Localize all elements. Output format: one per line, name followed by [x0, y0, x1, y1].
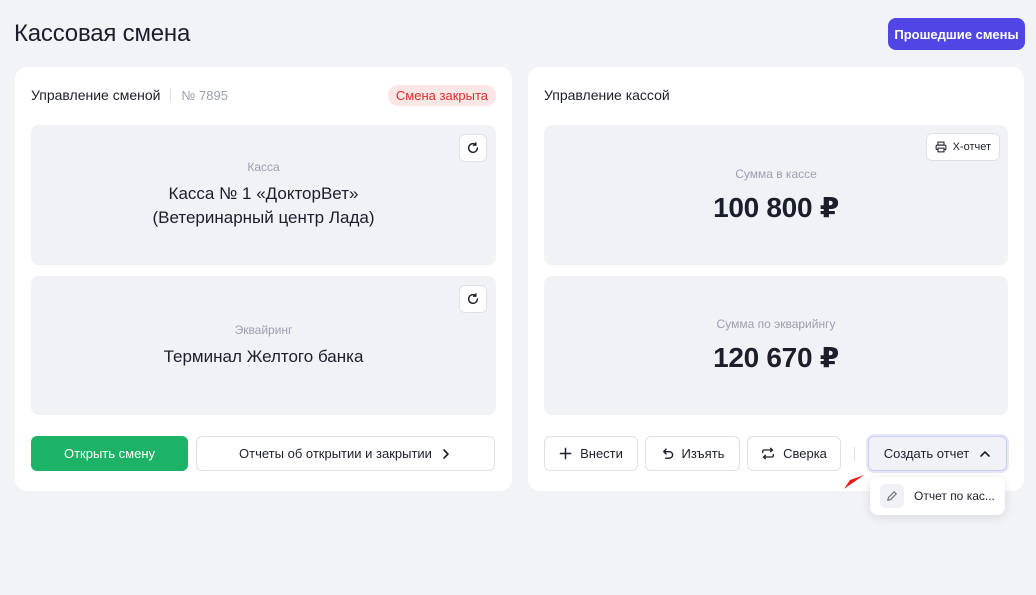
- shift-management-card: Управление сменой № 7895 Смена закрыта К…: [15, 67, 512, 491]
- acquiring-refresh-button[interactable]: [459, 285, 487, 313]
- refresh-icon: [466, 292, 480, 306]
- acquiring-sum-panel: Сумма по экварийнгу 120 670 ₽: [544, 276, 1008, 415]
- acquiring-label: Эквайринг: [234, 322, 293, 337]
- chevron-right-icon: [440, 448, 452, 460]
- register-panel: Касса Касса № 1 «ДокторВет» (Ветеринарны…: [31, 125, 496, 265]
- register-refresh-button[interactable]: [459, 134, 487, 162]
- register-name: Касса № 1 «ДокторВет»: [168, 184, 359, 203]
- shift-number: № 7895: [181, 87, 228, 103]
- status-badge: Смена закрыта: [387, 84, 496, 106]
- swap-icon: [761, 447, 775, 460]
- shift-card-header: Управление сменой № 7895 Смена закрыта: [31, 84, 496, 106]
- open-close-reports-button[interactable]: Отчеты об открытии и закрытии: [196, 436, 495, 471]
- cash-management-card: Управление кассой Х-отчет Сумма в кассе …: [528, 67, 1024, 491]
- register-label: Касса: [247, 160, 280, 174]
- deposit-label: Внести: [580, 446, 623, 461]
- deposit-button[interactable]: Внести: [544, 436, 638, 471]
- acquiring-terminal: Терминал Желтого банка: [163, 346, 364, 366]
- pointer-arrow-icon: [842, 473, 864, 491]
- cash-sum-panel: Х-отчет Сумма в кассе 100 800 ₽: [544, 125, 1008, 265]
- header-divider: [170, 88, 172, 102]
- withdraw-label: Изъять: [681, 446, 725, 461]
- shift-card-title: Управление сменой: [31, 87, 161, 103]
- cash-sum-value: 100 800 ₽: [713, 191, 839, 223]
- create-report-label: Создать отчет: [883, 446, 970, 461]
- chevron-up-icon: [979, 448, 991, 460]
- pencil-icon: [880, 484, 904, 508]
- create-report-button[interactable]: Создать отчет: [868, 436, 1007, 471]
- withdraw-button[interactable]: Изъять: [645, 436, 740, 471]
- acquiring-panel: Эквайринг Терминал Желтого банка: [31, 276, 496, 415]
- cash-sum-label: Сумма в кассе: [735, 166, 817, 181]
- x-report-button[interactable]: Х-отчет: [925, 133, 1000, 161]
- cash-card-title: Управление кассой: [544, 87, 670, 103]
- past-shifts-button[interactable]: Прошедшие смены: [888, 18, 1025, 50]
- acquiring-sum-value: 120 670 ₽: [713, 342, 839, 373]
- reconcile-label: Сверка: [783, 446, 827, 461]
- refresh-icon: [466, 141, 480, 155]
- open-shift-button[interactable]: Открыть смену: [31, 436, 188, 471]
- plus-icon: [559, 447, 572, 460]
- reports-button-label: Отчеты об открытии и закрытии: [239, 446, 432, 461]
- x-report-label: Х-отчет: [952, 141, 991, 153]
- actions-divider: [854, 447, 855, 461]
- create-report-dropdown: Отчет по кас...: [870, 477, 1005, 515]
- cash-report-menu-item[interactable]: Отчет по кас...: [914, 489, 995, 503]
- undo-icon: [661, 447, 674, 460]
- page-title: Кассовая смена: [14, 20, 191, 47]
- acquiring-sum-label: Сумма по экварийнгу: [716, 317, 836, 331]
- printer-icon: [935, 141, 947, 153]
- register-location: (Ветеринарный центр Лада): [152, 208, 375, 227]
- cash-card-header: Управление кассой: [544, 85, 1008, 105]
- reconcile-button[interactable]: Сверка: [747, 436, 841, 471]
